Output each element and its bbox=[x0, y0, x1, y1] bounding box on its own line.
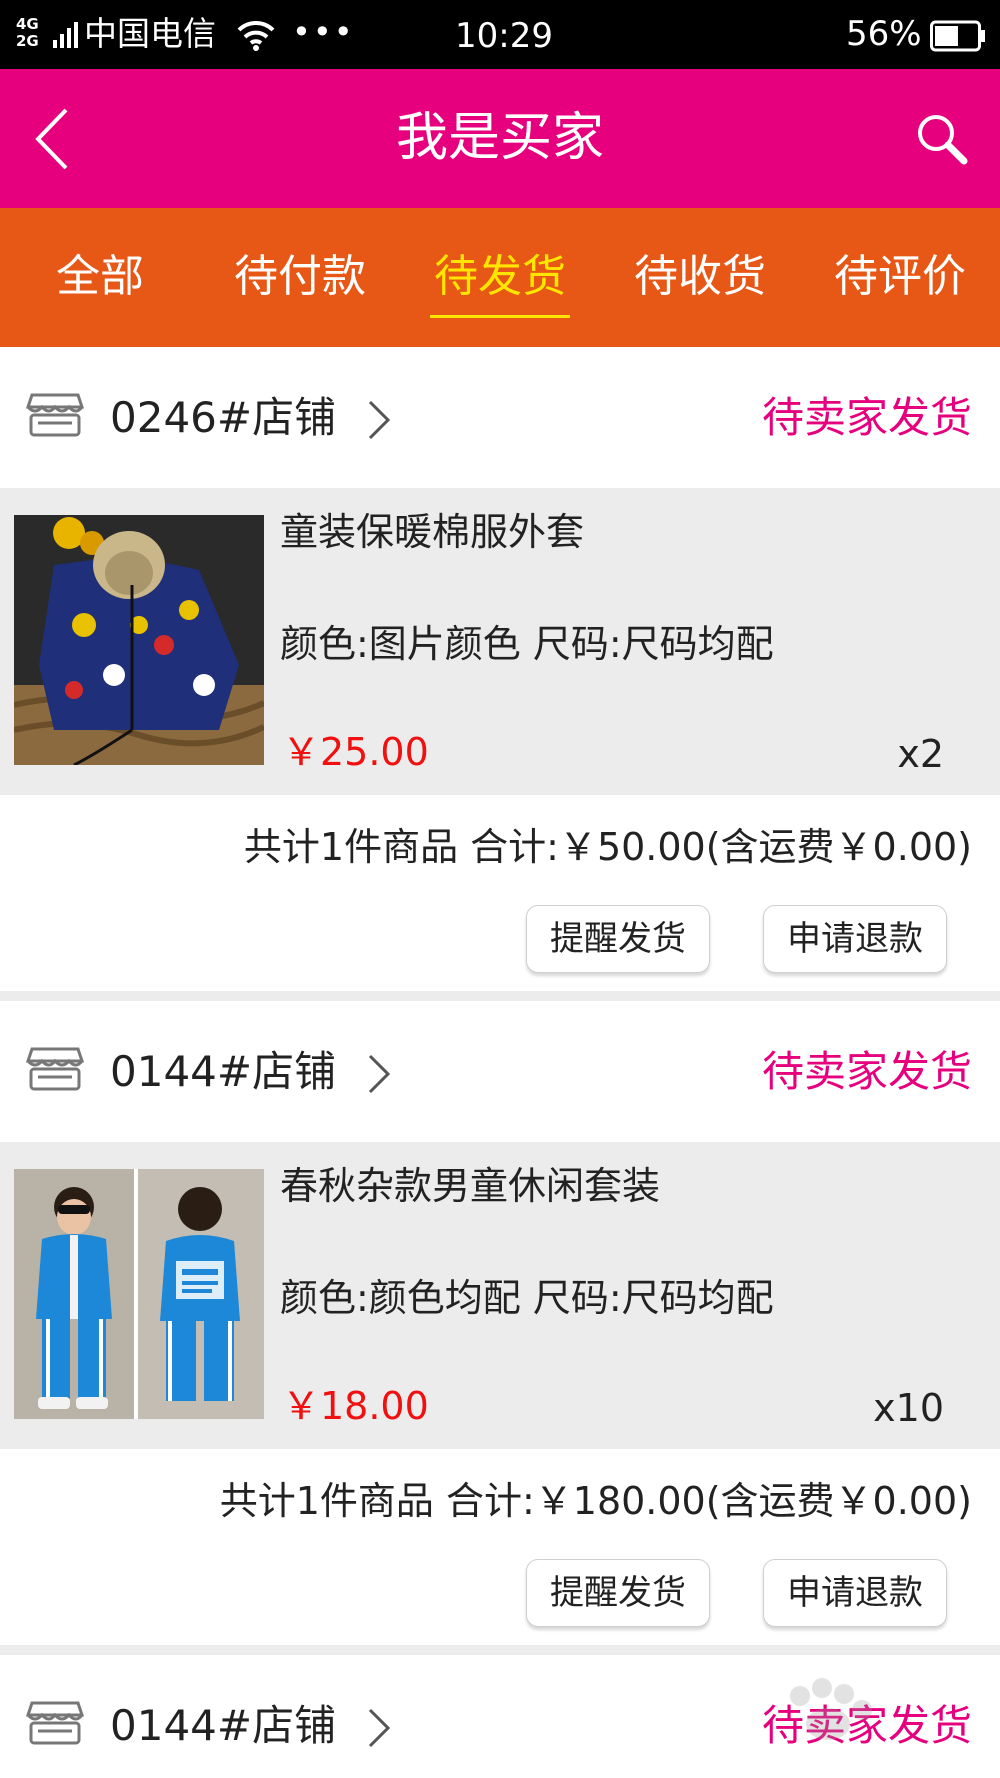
order-total: 共计1件商品 合计:￥50.00(含运费￥0.00) bbox=[243, 825, 972, 869]
battery-percent: 56% bbox=[846, 14, 922, 54]
refund-button[interactable]: 申请退款 bbox=[763, 1559, 947, 1627]
order-summary: 共计1件商品 合计:￥50.00(含运费￥0.00) 提醒发货 申请退款 bbox=[0, 795, 1000, 991]
shop-row[interactable]: 0246#店铺 待卖家发货 bbox=[0, 347, 1000, 488]
order-tabs: 全部 待付款 待发货 待收货 待评价 bbox=[0, 208, 1000, 347]
tab-pending-payment[interactable]: 待付款 bbox=[200, 208, 400, 347]
carrier-name: 中国电信 bbox=[84, 14, 216, 53]
product-price: ￥25.00 bbox=[282, 730, 429, 774]
tab-pending-review[interactable]: 待评价 bbox=[800, 208, 1000, 347]
product-spec: 颜色:图片颜色 尺码:尺码均配 bbox=[280, 622, 774, 666]
search-icon[interactable] bbox=[914, 111, 970, 167]
product-quantity: x2 bbox=[897, 732, 944, 776]
product-name: 春秋杂款男童休闲套装 bbox=[280, 1164, 661, 1208]
remind-ship-button[interactable]: 提醒发货 bbox=[526, 905, 710, 973]
order-status: 待卖家发货 bbox=[761, 393, 972, 442]
status-bar: 4G 2G 中国电信 ••• 10:29 56% bbox=[0, 0, 1000, 69]
refund-button[interactable]: 申请退款 bbox=[763, 905, 947, 973]
product-price: ￥18.00 bbox=[282, 1384, 429, 1428]
order-card: 0246#店铺 待卖家发货 童装保暖棉服外套 颜色:图片颜色 尺码:尺码均配 ￥… bbox=[0, 347, 1000, 991]
product-image bbox=[14, 515, 264, 765]
shop-name: 0144#店铺 bbox=[110, 1047, 337, 1096]
product-quantity: x10 bbox=[873, 1386, 944, 1430]
shop-name: 0246#店铺 bbox=[110, 393, 337, 442]
signal-icon bbox=[53, 22, 78, 48]
product-image bbox=[14, 1169, 264, 1419]
chevron-right-icon bbox=[368, 400, 391, 440]
watermark-logo bbox=[790, 1678, 872, 1740]
order-total: 共计1件商品 合计:￥180.00(含运费￥0.00) bbox=[219, 1479, 972, 1523]
clock: 10:29 bbox=[455, 16, 553, 56]
store-icon bbox=[26, 393, 84, 437]
tab-pending-receipt[interactable]: 待收货 bbox=[600, 208, 800, 347]
tab-pending-shipment[interactable]: 待发货 bbox=[400, 208, 600, 347]
remind-ship-button[interactable]: 提醒发货 bbox=[526, 1559, 710, 1627]
store-icon bbox=[26, 1047, 84, 1091]
app-header: 我是买家 bbox=[0, 69, 1000, 208]
more-dots: ••• bbox=[292, 13, 355, 51]
wifi-icon bbox=[237, 20, 275, 51]
product-row[interactable]: 春秋杂款男童休闲套装 颜色:颜色均配 尺码:尺码均配 ￥18.00 x10 bbox=[0, 1142, 1000, 1449]
order-summary: 共计1件商品 合计:￥180.00(含运费￥0.00) 提醒发货 申请退款 bbox=[0, 1449, 1000, 1645]
chevron-right-icon bbox=[368, 1708, 391, 1748]
store-icon bbox=[26, 1701, 84, 1745]
page-title: 我是买家 bbox=[395, 108, 604, 168]
chevron-right-icon bbox=[368, 1054, 391, 1094]
product-row[interactable]: 童装保暖棉服外套 颜色:图片颜色 尺码:尺码均配 ￥25.00 x2 bbox=[0, 488, 1000, 795]
network-type: 4G 2G bbox=[16, 15, 39, 50]
battery-icon bbox=[930, 20, 985, 52]
order-status: 待卖家发货 bbox=[761, 1047, 972, 1096]
order-card: 0144#店铺 待卖家发货 bbox=[0, 1001, 1000, 1645]
product-name: 童装保暖棉服外套 bbox=[280, 510, 585, 554]
product-spec: 颜色:颜色均配 尺码:尺码均配 bbox=[280, 1276, 774, 1320]
tab-all[interactable]: 全部 bbox=[0, 208, 200, 347]
active-tab-indicator bbox=[430, 315, 570, 318]
shop-row[interactable]: 0144#店铺 待卖家发货 bbox=[0, 1001, 1000, 1142]
shop-name: 0144#店铺 bbox=[110, 1701, 337, 1750]
